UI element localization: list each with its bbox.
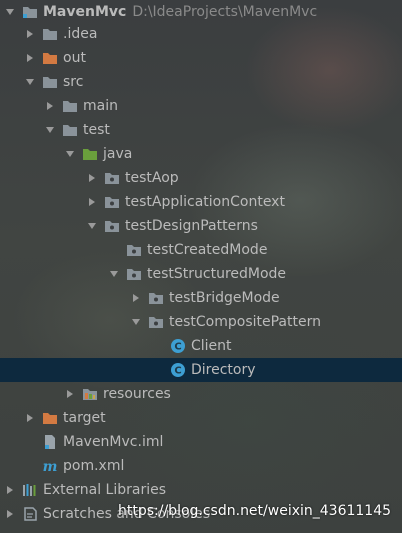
tree-row-pom[interactable]: m pom.xml (0, 454, 402, 478)
package-icon (148, 314, 164, 330)
tree-row-resources[interactable]: resources (0, 382, 402, 406)
chevron-right-icon[interactable] (24, 406, 36, 430)
chevron-down-icon[interactable] (44, 118, 56, 142)
chevron-right-icon[interactable] (24, 46, 36, 70)
tree-label-pom: pom.xml (63, 458, 125, 474)
tree-row-testaop[interactable]: testAop (0, 166, 402, 190)
tree-label-external: External Libraries (43, 482, 166, 498)
class-icon: C (170, 362, 186, 378)
chevron-down-icon[interactable] (130, 310, 142, 334)
tree-row-target[interactable]: target (0, 406, 402, 430)
tree-row-testdesignpatterns[interactable]: testDesignPatterns (0, 214, 402, 238)
tree-label-testcreatedmode: testCreatedMode (147, 242, 268, 258)
package-icon (104, 194, 120, 210)
maven-icon: m (42, 458, 58, 474)
tree-row-teststructuredmode[interactable]: testStructuredMode (0, 262, 402, 286)
tree-row-client[interactable]: C Client (0, 334, 402, 358)
chevron-right-icon[interactable] (86, 166, 98, 190)
folder-icon (42, 26, 58, 42)
tree-label-iml: MavenMvc.iml (63, 434, 164, 450)
tree-row-test[interactable]: test (0, 118, 402, 142)
package-icon (126, 242, 142, 258)
svg-text:m: m (43, 459, 58, 474)
svg-text:C: C (174, 366, 181, 377)
tree-label-testapplicationcontext: testApplicationContext (125, 194, 285, 210)
tree-label-java: java (103, 146, 133, 162)
folder-icon (62, 122, 78, 138)
class-icon: C (170, 338, 186, 354)
excluded-folder-icon (42, 410, 58, 426)
tree-row-testcompositepattern[interactable]: testCompositePattern (0, 310, 402, 334)
module-folder-icon (22, 4, 38, 20)
tree-label-resources: resources (103, 386, 171, 402)
package-icon (126, 266, 142, 282)
tree-label-teststructuredmode: testStructuredMode (147, 266, 287, 282)
chevron-right-icon[interactable] (86, 190, 98, 214)
chevron-right-icon[interactable] (4, 502, 16, 526)
tree-row-iml[interactable]: MavenMvc.iml (0, 430, 402, 454)
excluded-folder-icon (42, 50, 58, 66)
tree-label-test: test (83, 122, 110, 138)
tree-label-testbridgemode: testBridgeMode (169, 290, 280, 306)
package-icon (148, 290, 164, 306)
chevron-down-icon[interactable] (4, 0, 16, 24)
chevron-down-icon[interactable] (24, 70, 36, 94)
chevron-right-icon[interactable] (130, 286, 142, 310)
scratches-icon (22, 506, 38, 522)
tree-label-src: src (63, 74, 84, 90)
tree-row-main[interactable]: main (0, 94, 402, 118)
chevron-down-icon[interactable] (64, 142, 76, 166)
tree-label-directory: Directory (191, 362, 256, 378)
tree-row-testapplicationcontext[interactable]: testApplicationContext (0, 190, 402, 214)
tree-label-out: out (63, 50, 86, 66)
module-file-icon (42, 434, 58, 450)
chevron-right-icon[interactable] (24, 22, 36, 46)
chevron-down-icon[interactable] (108, 262, 120, 286)
tree-label-testcompositepattern: testCompositePattern (169, 314, 321, 330)
libraries-icon (22, 482, 38, 498)
svg-text:C: C (174, 342, 181, 353)
tree-row-project[interactable]: MavenMvc D:\IdeaProjects\MavenMvc (0, 0, 402, 24)
test-sources-folder-icon (82, 146, 98, 162)
tree-row-testbridgemode[interactable]: testBridgeMode (0, 286, 402, 310)
tree-row-external-libraries[interactable]: External Libraries (0, 478, 402, 502)
project-name: MavenMvc (43, 4, 127, 20)
resources-folder-icon (82, 386, 98, 402)
tree-label-target: target (63, 410, 106, 426)
tree-row-java[interactable]: java (0, 142, 402, 166)
watermark-url: https://blog.csdn.net/weixin_43611145 (118, 503, 392, 519)
chevron-down-icon[interactable] (86, 214, 98, 238)
tree-label-client: Client (191, 338, 232, 354)
chevron-right-icon[interactable] (4, 478, 16, 502)
chevron-right-icon[interactable] (64, 382, 76, 406)
tree-label-main: main (83, 98, 118, 114)
folder-icon (62, 98, 78, 114)
tree-row-idea[interactable]: .idea (0, 22, 402, 46)
folder-icon (42, 74, 58, 90)
tree-row-out[interactable]: out (0, 46, 402, 70)
package-icon (104, 218, 120, 234)
package-icon (104, 170, 120, 186)
project-path: D:\IdeaProjects\MavenMvc (132, 4, 318, 20)
tree-row-directory[interactable]: C Directory (0, 358, 402, 382)
tree-row-src[interactable]: src (0, 70, 402, 94)
tree-label-testaop: testAop (125, 170, 179, 186)
tree-label-testdesignpatterns: testDesignPatterns (125, 218, 258, 234)
tree-label-idea: .idea (63, 26, 98, 42)
tree-row-testcreatedmode[interactable]: testCreatedMode (0, 238, 402, 262)
chevron-right-icon[interactable] (44, 94, 56, 118)
